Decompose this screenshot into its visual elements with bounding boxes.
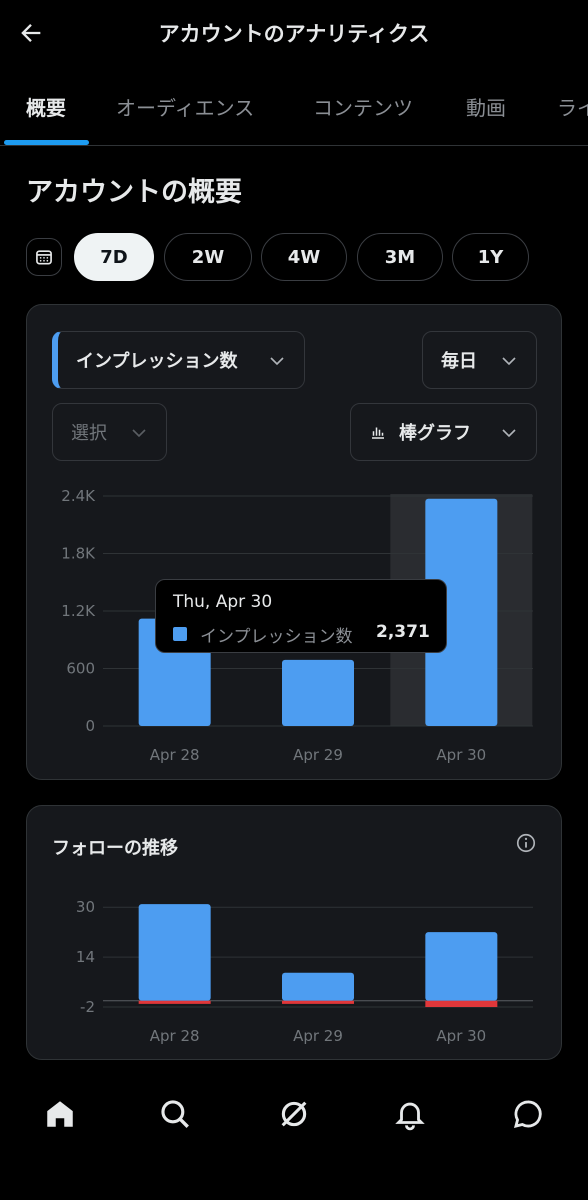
range-3m[interactable]: 3M xyxy=(357,233,443,281)
chart-tooltip: Thu, Apr 30 インプレッション数 2,371 xyxy=(155,579,447,653)
x-tick-label: Apr 29 xyxy=(293,1027,343,1045)
y-tick-label: 1.8K xyxy=(61,545,96,563)
range-1y[interactable]: 1Y xyxy=(452,233,529,281)
chart-bar xyxy=(282,659,354,726)
chart-bar xyxy=(425,932,498,1001)
follow-trend-card: フォローの推移 -2 14 30 Apr 28 Apr 29 Apr 30 xyxy=(26,805,562,1060)
x-tick-label: Apr 29 xyxy=(293,746,343,764)
nav-search[interactable] xyxy=(155,1094,195,1134)
tab-audience[interactable]: オーディエンス xyxy=(116,92,254,121)
chat-bubble-icon xyxy=(514,1100,542,1128)
nav-home[interactable] xyxy=(40,1094,80,1134)
y-tick-label: 1.2K xyxy=(61,602,96,620)
chart-bar xyxy=(138,1000,211,1004)
section-title: アカウントの概要 xyxy=(26,177,242,208)
calendar-button[interactable] xyxy=(26,238,62,276)
tooltip-value: 2,371 xyxy=(376,622,430,642)
search-icon xyxy=(161,1100,189,1128)
y-tick-label: 0 xyxy=(85,717,95,735)
tab-content[interactable]: コンテンツ xyxy=(313,92,413,121)
tab-live[interactable]: ライ xyxy=(557,92,588,121)
tooltip-swatch xyxy=(173,627,187,641)
y-tick-label: -2 xyxy=(80,998,95,1016)
chart-bar xyxy=(138,904,211,1001)
nav-grok[interactable] xyxy=(274,1094,314,1134)
chart-bar xyxy=(282,1000,354,1004)
grok-icon xyxy=(281,1101,307,1127)
range-7d[interactable]: 7D xyxy=(74,233,154,281)
impressions-bar-chart: 0 600 1.2K 1.8K 2.4K Apr 28 Apr 29 Apr 30 xyxy=(61,487,533,764)
tab-bar: 概要 オーディエンス コンテンツ 動画 ライ xyxy=(0,76,588,146)
bell-icon xyxy=(395,1102,425,1131)
nav-notifications[interactable] xyxy=(390,1094,430,1134)
calendar-icon xyxy=(36,250,52,265)
tooltip-date: Thu, Apr 30 xyxy=(173,592,273,612)
y-tick-label: 2.4K xyxy=(61,487,96,505)
chart-bar xyxy=(282,972,354,1001)
impressions-card: インプレッション数 毎日 選択 棒グラフ 0 600 1.2K 1.8K 2.4K Apr… xyxy=(26,304,562,780)
home-icon xyxy=(47,1101,73,1127)
follow-bar-chart: -2 14 30 Apr 28 Apr 29 Apr 30 xyxy=(76,898,533,1045)
y-tick-label: 30 xyxy=(76,898,95,916)
tab-overview[interactable]: 概要 xyxy=(26,92,66,121)
range-2w[interactable]: 2W xyxy=(164,233,252,281)
tooltip-series: インプレッション数 xyxy=(200,627,353,647)
tab-video[interactable]: 動画 xyxy=(466,92,506,121)
nav-messages[interactable] xyxy=(508,1094,548,1134)
page-title: アカウントのアナリティクス xyxy=(158,22,430,46)
range-4w[interactable]: 4W xyxy=(261,233,347,281)
active-tab-indicator xyxy=(4,140,89,145)
x-tick-label: Apr 28 xyxy=(150,1027,200,1045)
app-header: アカウントのアナリティクス xyxy=(0,0,588,70)
x-tick-label: Apr 28 xyxy=(150,746,200,764)
y-tick-label: 600 xyxy=(66,660,95,678)
chart-bar xyxy=(425,1000,498,1007)
bottom-navigation xyxy=(0,1080,588,1200)
x-tick-label: Apr 30 xyxy=(436,1027,486,1045)
y-tick-label: 14 xyxy=(76,948,95,966)
x-tick-label: Apr 30 xyxy=(436,746,486,764)
